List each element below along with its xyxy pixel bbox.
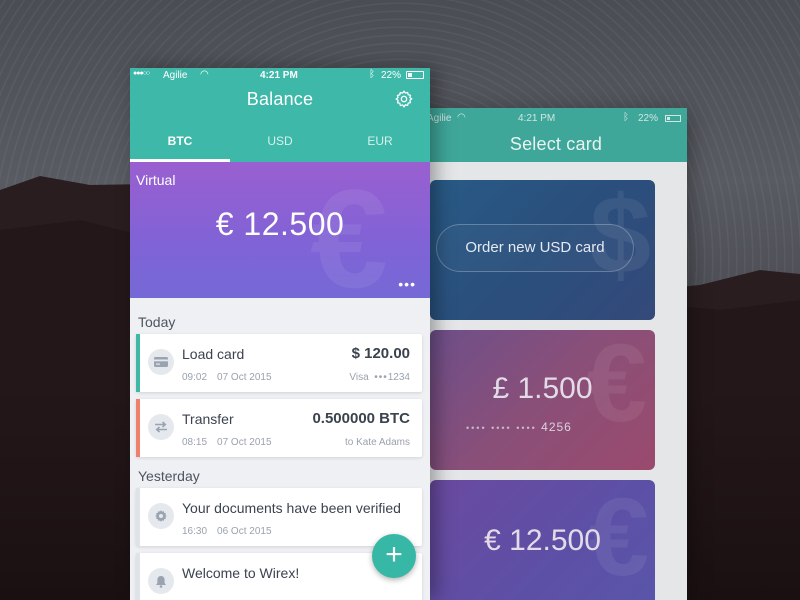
- card-number: •••• •••• •••• 4256: [466, 420, 572, 434]
- card-type-label: Virtual: [136, 172, 176, 188]
- status-time: 4:21 PM: [260, 70, 298, 81]
- currency-tabs: BTC USD EUR: [130, 129, 430, 162]
- status-bar: ●●●○○ Agilie ◠ 4:21 PM ᛒ 22%: [130, 68, 430, 84]
- gear-icon: [148, 503, 174, 529]
- transaction-card-info: Visa •••1234: [349, 372, 410, 383]
- signal-icon: ●●●○○: [133, 70, 150, 77]
- add-fab-button[interactable]: +: [372, 534, 416, 578]
- transaction-date: 07 Oct 2015: [217, 372, 272, 383]
- tab-usd[interactable]: USD: [230, 129, 330, 162]
- transaction-meta: 08:15 07 Oct 2015: [182, 437, 272, 448]
- status-stripe: [136, 399, 140, 457]
- wifi-icon: ◠: [200, 69, 209, 80]
- section-today: Today: [138, 314, 176, 330]
- balance-screen: ●●●○○ Agilie ◠ 4:21 PM ᛒ 22% Balance BTC…: [130, 68, 430, 600]
- transaction-date: 07 Oct 2015: [217, 437, 272, 448]
- transaction-recipient: to Kate Adams: [344, 437, 410, 448]
- status-stripe: [136, 488, 140, 546]
- battery-icon: [406, 71, 424, 79]
- transaction-amount: 0.500000 BTC: [312, 410, 410, 427]
- bluetooth-icon: ᛒ: [369, 69, 375, 80]
- select-card-screen: Agilie ◠ 4:21 PM ᛒ 22% Select card $ Ord…: [425, 108, 687, 600]
- carrier-label: Agilie: [427, 113, 452, 124]
- transfer-arrows-icon: [148, 414, 174, 440]
- transaction-time: 09:02: [182, 372, 208, 383]
- carrier-label: Agilie: [163, 70, 188, 81]
- section-yesterday: Yesterday: [138, 468, 200, 484]
- status-stripe: [136, 553, 140, 600]
- transaction-meta: 09:02 07 Oct 2015: [182, 372, 272, 383]
- card-amount: £ 1.500: [492, 372, 593, 405]
- bluetooth-icon: ᛒ: [623, 112, 629, 123]
- card-number-mask: •••• •••• ••••: [466, 423, 537, 433]
- status-time: 4:21 PM: [518, 113, 556, 124]
- notification-date: 06 Oct 2015: [217, 526, 272, 537]
- card-mask: •••: [374, 372, 388, 383]
- order-new-card-button[interactable]: Order new USD card: [436, 224, 634, 272]
- select-card-header: Agilie ◠ 4:21 PM ᛒ 22% Select card: [425, 108, 687, 162]
- notification-meta: 16:30 06 Oct 2015: [182, 526, 272, 537]
- bell-icon: [148, 568, 174, 594]
- wifi-icon: ◠: [457, 112, 466, 123]
- back-status-bar: Agilie ◠ 4:21 PM ᛒ 22%: [425, 108, 687, 130]
- transaction-name: Load card: [182, 346, 245, 362]
- notification-time: 16:30: [182, 526, 208, 537]
- battery-percent: 22%: [381, 70, 402, 81]
- status-stripe: [136, 334, 140, 392]
- transaction-item-load-card[interactable]: Load card 09:02 07 Oct 2015 $ 120.00 Visa…: [136, 334, 422, 392]
- transaction-name: Transfer: [182, 411, 234, 427]
- balance-header: ●●●○○ Agilie ◠ 4:21 PM ᛒ 22% Balance BTC…: [130, 68, 430, 162]
- balance-card[interactable]: € Virtual € 12.500 •••: [130, 162, 430, 298]
- tab-eur[interactable]: EUR: [330, 129, 430, 162]
- transaction-time: 08:15: [182, 437, 208, 448]
- page-title: Balance: [246, 89, 314, 109]
- settings-gear-icon[interactable]: [394, 89, 414, 109]
- notification-text: Your documents have been verified: [182, 500, 401, 516]
- card-usd[interactable]: $ Order new USD card: [430, 180, 655, 320]
- notification-item-documents-verified[interactable]: Your documents have been verified 16:30 0…: [136, 488, 422, 546]
- transaction-item-transfer[interactable]: Transfer 08:15 07 Oct 2015 0.500000 BTC t…: [136, 399, 422, 457]
- more-options-icon[interactable]: •••: [398, 277, 416, 291]
- page-title: Select card: [509, 134, 603, 154]
- card-brand: Visa: [349, 372, 369, 383]
- battery-percent: 22%: [638, 113, 659, 124]
- transaction-amount: $ 120.00: [351, 345, 410, 362]
- card-eur[interactable]: € € 12.500: [430, 480, 655, 600]
- credit-card-icon: [148, 349, 174, 375]
- card-amount: € 12.500: [484, 524, 601, 557]
- tab-btc[interactable]: BTC: [130, 129, 230, 162]
- balance-amount: € 12.500: [215, 206, 345, 242]
- battery-icon: [665, 115, 681, 122]
- card-gbp[interactable]: € £ 1.500 •••• •••• •••• 4256: [430, 330, 655, 470]
- card-last4: 1234: [387, 372, 410, 383]
- notification-text: Welcome to Wirex!: [182, 565, 300, 581]
- card-last4: 4256: [541, 420, 572, 434]
